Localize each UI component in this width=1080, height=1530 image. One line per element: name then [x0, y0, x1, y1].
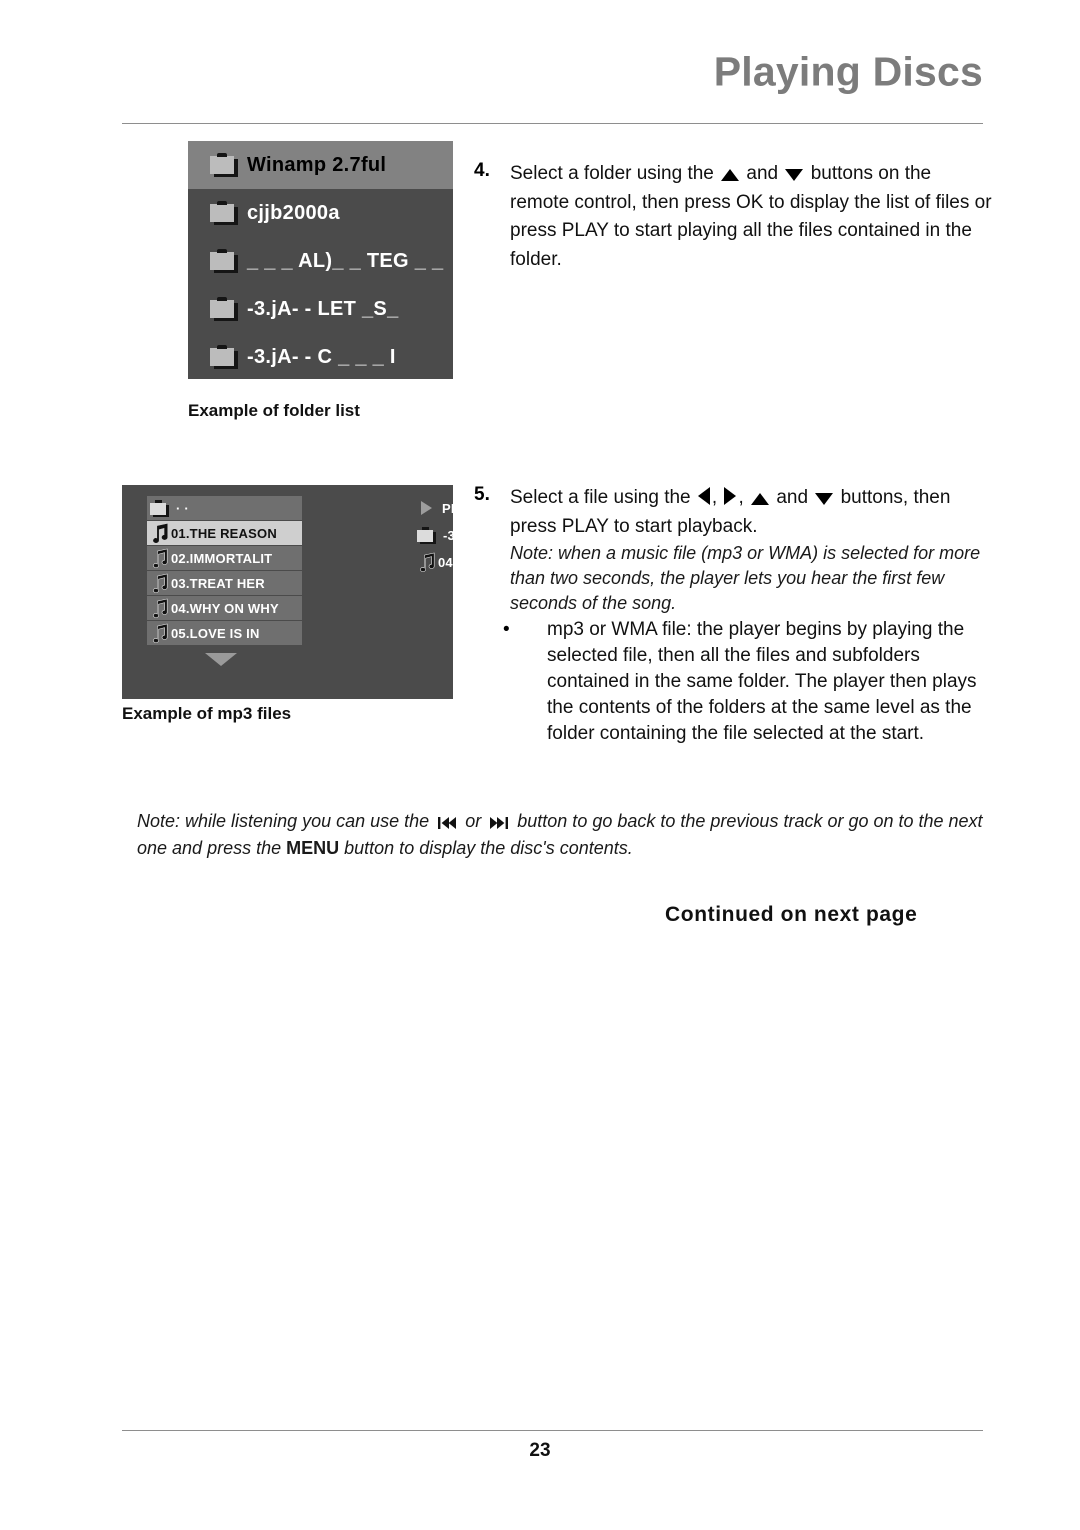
bottom-note-text-2: or — [465, 811, 482, 831]
mp3-list-item-label: · · — [176, 500, 189, 516]
footer-divider — [122, 1430, 983, 1431]
step-5-number: 5. — [474, 484, 490, 505]
step-5-text-4: and — [776, 487, 809, 508]
mp3-list-item-label: 04.WHY ON WHY — [171, 600, 279, 616]
header-divider — [122, 123, 983, 124]
folder-list-row: _ _ _ AL)_ _ TEG _ _ — [188, 237, 453, 285]
music-note-icon — [420, 552, 435, 572]
folder-icon — [150, 499, 170, 517]
arrow-down-icon — [785, 169, 804, 181]
bullet-text: mp3 or WMA file: the player begins by pl… — [547, 619, 977, 744]
arrow-right-icon — [724, 487, 737, 505]
folder-list-row: Winamp 2.7ful — [188, 141, 453, 189]
continued-on-next-page: Continued on next page — [665, 903, 918, 926]
step-4-text-2: and — [746, 163, 779, 184]
bottom-note-text-1: Note: while listening you can use the — [137, 811, 430, 831]
bullet-marker: • — [503, 619, 510, 640]
arrow-left-icon — [697, 487, 710, 505]
folder-icon — [210, 153, 238, 177]
step-5-text-2: , — [711, 487, 718, 508]
mp3-list-item: 02.IMMORTALIT — [147, 546, 302, 570]
instruction-step-4: 4. Select a folder using the and buttons… — [474, 160, 994, 274]
folder-list-row-label: cjjb2000a — [247, 201, 340, 224]
mp3-list-item-label: 01.THE REASON — [171, 525, 277, 541]
skip-next-icon — [490, 817, 509, 829]
step-5-text-1: Select a file using the — [510, 487, 691, 508]
mp3-right-item-label: PLAY — [442, 500, 477, 516]
folder-icon — [210, 201, 238, 225]
folder-list-row: cjjb2000a — [188, 189, 453, 237]
page-number: 23 — [529, 1440, 551, 1461]
folder-list-row-label: -3.jA- - C _ _ _ I — [247, 345, 396, 368]
bullet-item-mp3-wma: • mp3 or WMA file: the player begins by … — [503, 617, 1003, 747]
skip-previous-icon — [438, 817, 457, 829]
mp3-files-caption: Example of mp3 files — [122, 704, 292, 723]
mp3-left-column: · · 01.THE REASON 02.IMMORTALIT 03.TREAT… — [147, 496, 302, 646]
step-5-text-3: , — [738, 487, 744, 508]
arrow-down-icon — [815, 493, 834, 505]
music-note-icon — [153, 548, 168, 568]
step-4-number: 4. — [474, 160, 490, 181]
scroll-down-arrow-icon — [205, 653, 237, 666]
folder-icon — [210, 297, 238, 321]
arrow-up-icon — [721, 169, 740, 181]
folder-icon — [210, 249, 238, 273]
page-title: Playing Discs — [713, 48, 983, 95]
step-4-body: Select a folder using the and buttons on… — [510, 160, 994, 274]
music-note-icon — [153, 598, 168, 618]
mp3-list-item: · · — [147, 496, 302, 520]
step-4-text-1: Select a folder using the — [510, 163, 714, 184]
mp3-list-item: 03.TREAT HER — [147, 571, 302, 595]
mp3-files-screenshot: · · 01.THE REASON 02.IMMORTALIT 03.TREAT… — [122, 485, 549, 699]
menu-button-label: MENU — [286, 838, 340, 858]
mp3-list-item-label: 02.IMMORTALIT — [171, 550, 273, 566]
music-note-icon — [153, 523, 168, 543]
mp3-list-item: 04.WHY ON WHY — [147, 596, 302, 620]
mp3-list-item: 05.LOVE IS IN — [147, 621, 302, 645]
mp3-list-item-label: 03.TREAT HER — [171, 575, 265, 591]
music-note-icon — [153, 573, 168, 593]
mp3-list-item-label: 05.LOVE IS IN — [171, 625, 260, 641]
instruction-step-5: 5. Select a file using the , , and butto… — [474, 484, 994, 616]
folder-list-caption: Example of folder list — [188, 401, 360, 420]
bottom-note: Note: while listening you can use the or… — [137, 808, 987, 862]
folder-list-row-label: _ _ _ AL)_ _ TEG _ _ — [247, 249, 444, 272]
bottom-note-text-4: button to display the disc's contents. — [344, 838, 633, 858]
folder-list-row-label: Winamp 2.7ful — [247, 153, 387, 176]
arrow-up-icon — [751, 493, 770, 505]
music-note-icon — [153, 623, 168, 643]
step-5-note: Note: when a music file (mp3 or WMA) is … — [510, 543, 981, 613]
page-header: Playing Discs — [0, 0, 1080, 130]
folder-list-row: -3.jA- - LET _S_ — [188, 285, 453, 333]
play-triangle-icon — [421, 501, 432, 515]
folder-icon — [210, 345, 238, 369]
mp3-list-item: 01.THE REASON — [147, 521, 302, 545]
folder-list-row-label: -3.jA- - LET _S_ — [247, 297, 399, 320]
step-5-body: Select a file using the , , and buttons,… — [510, 484, 994, 616]
folder-list-row: -3.jA- - C _ _ _ I — [188, 333, 453, 381]
folder-icon — [417, 526, 437, 544]
folder-list-screenshot: Winamp 2.7ful cjjb2000a _ _ _ AL)_ _ TEG… — [188, 141, 453, 379]
